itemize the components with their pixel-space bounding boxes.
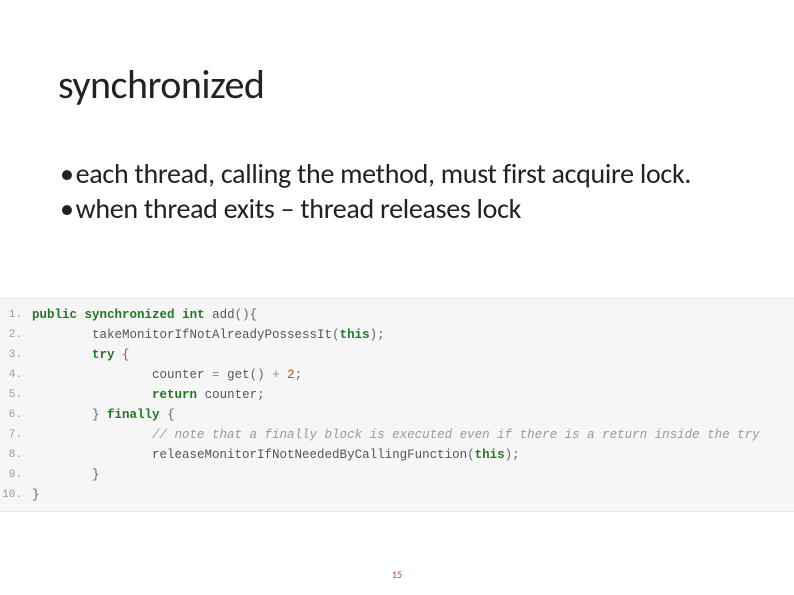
- line-number: 6.: [0, 405, 28, 425]
- code-content: counter = get() + 2;: [28, 365, 794, 385]
- code-line: 2. takeMonitorIfNotAlreadyPossessIt(this…: [0, 325, 794, 345]
- code-content: } finally {: [28, 405, 794, 425]
- code-content: }: [28, 485, 794, 505]
- slide-title: synchronized: [58, 60, 264, 109]
- bullet-item: • when thread exits – thread releases lo…: [60, 191, 734, 226]
- code-content: }: [28, 465, 794, 485]
- line-number: 8.: [0, 445, 28, 465]
- page-number: 15: [0, 568, 794, 581]
- code-line: 1.public synchronized int add(){: [0, 305, 794, 325]
- code-line: 8. releaseMonitorIfNotNeededByCallingFun…: [0, 445, 794, 465]
- line-number: 9.: [0, 465, 28, 485]
- code-content: // note that a finally block is executed…: [28, 425, 794, 445]
- code-content: takeMonitorIfNotAlreadyPossessIt(this);: [28, 325, 794, 345]
- bullet-dot-icon: •: [60, 156, 74, 191]
- line-number: 10.: [0, 485, 28, 505]
- line-number: 1.: [0, 305, 28, 325]
- code-line: 5. return counter;: [0, 385, 794, 405]
- code-block: 1.public synchronized int add(){2. takeM…: [0, 298, 794, 512]
- bullet-text: when thread exits – thread releases lock: [76, 191, 734, 226]
- code-content: public synchronized int add(){: [28, 305, 794, 325]
- line-number: 3.: [0, 345, 28, 365]
- code-line: 10.}: [0, 485, 794, 505]
- bullet-item: • each thread, calling the method, must …: [60, 156, 734, 191]
- code-line: 9. }: [0, 465, 794, 485]
- bullet-list: • each thread, calling the method, must …: [60, 156, 734, 226]
- slide: synchronized • each thread, calling the …: [0, 0, 794, 595]
- line-number: 2.: [0, 325, 28, 345]
- code-content: return counter;: [28, 385, 794, 405]
- code-line: 6. } finally {: [0, 405, 794, 425]
- code-content: releaseMonitorIfNotNeededByCallingFuncti…: [28, 445, 794, 465]
- line-number: 5.: [0, 385, 28, 405]
- bullet-text: each thread, calling the method, must fi…: [76, 156, 734, 191]
- code-line: 4. counter = get() + 2;: [0, 365, 794, 385]
- code-content: try {: [28, 345, 794, 365]
- code-line: 7. // note that a finally block is execu…: [0, 425, 794, 445]
- line-number: 7.: [0, 425, 28, 445]
- code-line: 3. try {: [0, 345, 794, 365]
- line-number: 4.: [0, 365, 28, 385]
- bullet-dot-icon: •: [60, 191, 74, 226]
